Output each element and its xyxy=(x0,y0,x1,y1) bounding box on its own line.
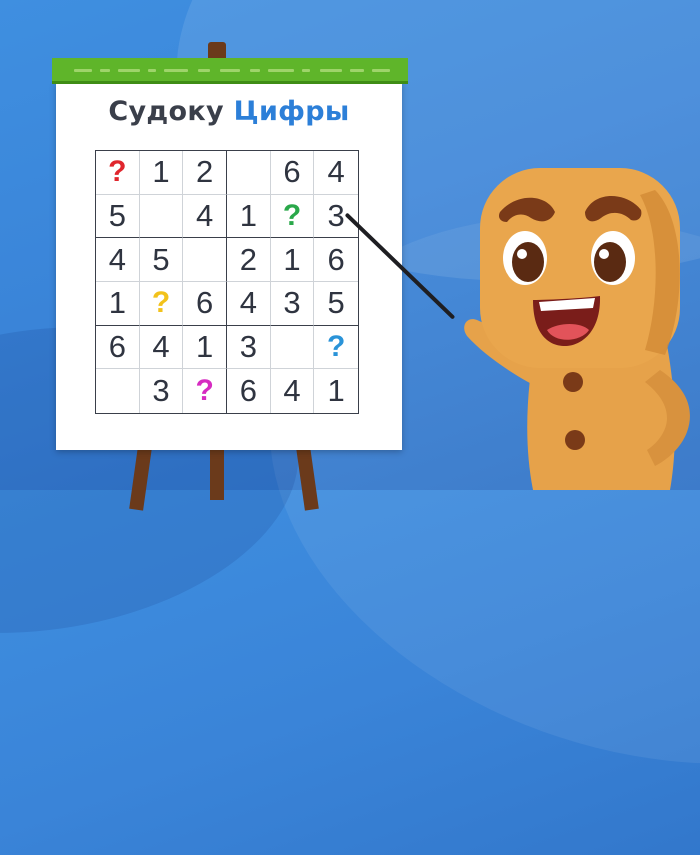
sudoku-cell xyxy=(139,194,184,239)
sudoku-cell xyxy=(227,151,271,195)
sudoku-cell: 1 xyxy=(270,238,315,282)
board-top-bar xyxy=(52,58,408,84)
sudoku-cell: 1 xyxy=(96,282,140,326)
sudoku-cell: 3 xyxy=(140,369,184,413)
sudoku-cell: 4 xyxy=(314,151,358,195)
sudoku-cell: 5 xyxy=(314,282,358,326)
sudoku-cell: 1 xyxy=(183,325,227,370)
sudoku-cell: 6 xyxy=(96,325,140,370)
sudoku-cell: 4 xyxy=(227,282,271,326)
title-part-1: Судоку xyxy=(108,96,224,127)
sudoku-cell xyxy=(270,325,315,370)
sudoku-cell: 3 xyxy=(227,325,271,370)
page-title: Судоку Цифры xyxy=(56,96,402,127)
sudoku-cell: 1 xyxy=(327,373,345,409)
sudoku-cell: 4 xyxy=(183,194,227,239)
sudoku-cell xyxy=(183,238,227,282)
sudoku-cell: 4 xyxy=(139,325,184,370)
sudoku-cell: 4 xyxy=(96,238,140,282)
title-part-2: Цифры xyxy=(233,96,350,127)
sudoku-cell-question: ? xyxy=(314,326,358,370)
sudoku-cell: 1 xyxy=(227,194,271,239)
sudoku-cell: 2 xyxy=(227,238,271,282)
sudoku-cell: 6 xyxy=(227,369,271,413)
sudoku-cell: 6 xyxy=(183,282,227,326)
sudoku-cell-question: ? xyxy=(183,369,227,413)
sudoku-cell: 5 xyxy=(139,238,184,282)
sudoku-cell: 2 xyxy=(183,151,227,195)
cookie-character-icon xyxy=(464,168,690,490)
sudoku-cell-question: ? xyxy=(270,194,315,239)
sudoku-cell: 6 xyxy=(270,151,315,195)
sudoku-cell-question: ? xyxy=(96,151,140,195)
sudoku-cell-question: ? xyxy=(139,282,184,326)
sudoku-cell xyxy=(96,369,140,413)
sudoku-cell: 1 xyxy=(139,151,184,195)
sudoku-cell: 5 xyxy=(96,194,140,239)
sudoku-cell: 3 xyxy=(270,282,315,326)
sudoku-cell: 4 xyxy=(271,369,315,413)
sudoku-grid: ? 1 2 6 4 5 4 1? 3 4 5 2 1 6 1? 6 4 3 5 6 4 1 3? 3? 6 4 1 xyxy=(95,150,359,414)
sudoku-cell: 6 xyxy=(314,238,358,282)
